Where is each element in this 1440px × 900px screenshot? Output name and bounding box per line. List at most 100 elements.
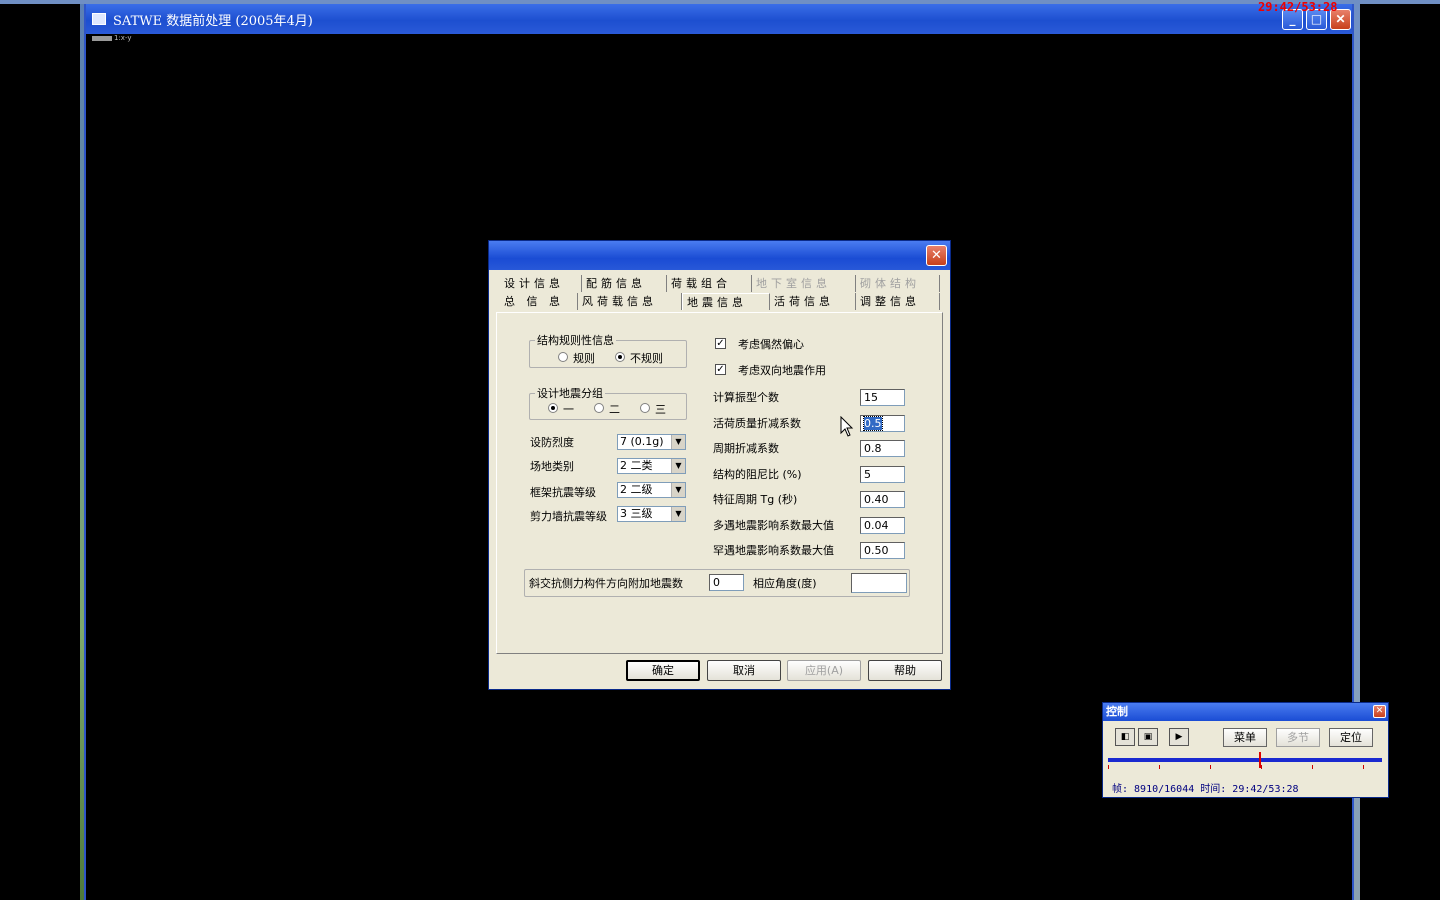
ok-button[interactable]: 确定	[626, 660, 700, 681]
radio-irregular[interactable]	[615, 352, 625, 362]
period-reduction-value: 0.8	[864, 442, 882, 455]
radio-group-3[interactable]	[640, 403, 650, 413]
seismic-group-title: 设计地震分组	[535, 385, 605, 401]
tab-reinforcement-info[interactable]: 配筋信息	[582, 275, 667, 292]
dialog-title-bar[interactable]: ✕	[489, 241, 950, 270]
oblique-seismic-count-label: 斜交抗侧力构件方向附加地震数	[529, 577, 683, 590]
live-load-mass-factor-input[interactable]: 0.5	[860, 415, 905, 432]
tab-load-combination[interactable]: 荷载组合	[667, 275, 752, 292]
oblique-seismic-count-value: 0	[713, 576, 720, 589]
chevron-down-icon[interactable]: ▼	[671, 435, 685, 449]
progress-tick	[1108, 765, 1109, 769]
chevron-down-icon[interactable]: ▼	[671, 507, 685, 521]
oblique-angle-input[interactable]	[851, 573, 907, 593]
radio-group-2-label: 二	[609, 403, 620, 416]
scale-text: 1:x-y	[114, 34, 132, 42]
frame-seismic-grade-select[interactable]: 2 二级 ▼	[617, 482, 686, 498]
frequent-seismic-max-label: 多遇地震影响系数最大值	[713, 519, 834, 532]
scale-bar	[92, 35, 112, 41]
dialog-close-button[interactable]: ✕	[926, 245, 947, 266]
prev-frame-icon[interactable]: ◧	[1115, 728, 1135, 746]
oblique-seismic-count-input[interactable]: 0	[709, 574, 744, 591]
damping-ratio-input[interactable]: 5	[860, 466, 905, 483]
radio-group-3-label: 三	[655, 403, 666, 416]
app-window-icon	[92, 13, 106, 25]
live-load-mass-factor-label: 活荷质量折减系数	[713, 417, 801, 430]
oblique-angle-label: 相应角度(度)	[753, 577, 817, 590]
frame-seismic-grade-value: 2 二级	[620, 483, 653, 496]
characteristic-period-label: 特征周期 Tg (秒)	[713, 493, 798, 506]
stop-icon[interactable]: ▣	[1138, 728, 1158, 746]
playback-progress-thumb[interactable]	[1259, 752, 1262, 768]
progress-tick	[1363, 765, 1364, 769]
frequent-seismic-max-value: 0.04	[864, 519, 889, 532]
bidirectional-seismic-checkbox[interactable]: ✓	[715, 364, 726, 375]
fortification-intensity-label: 设防烈度	[530, 436, 574, 449]
locate-button[interactable]: 定位	[1329, 728, 1373, 747]
tab-general-info[interactable]: 总 信 息	[500, 293, 578, 310]
tabs-row-2: 总 信 息 风荷载信息 地震信息 活荷信息 调整信息	[500, 293, 940, 310]
shear-wall-seismic-grade-select[interactable]: 3 三级 ▼	[617, 506, 686, 522]
mouse-cursor-icon	[840, 416, 854, 437]
radio-regular-label: 规则	[573, 352, 595, 365]
control-title: 控制	[1106, 705, 1128, 718]
radio-group-2[interactable]	[594, 403, 604, 413]
multi-section-button[interactable]: 多节	[1276, 728, 1320, 747]
site-category-select[interactable]: 2 二类 ▼	[617, 458, 686, 474]
tabs-row-1: 设计信息 配筋信息 荷载组合 地下室信息 砌体结构	[500, 275, 940, 292]
damping-ratio-value: 5	[864, 468, 871, 481]
rare-seismic-max-value: 0.50	[864, 544, 889, 557]
shear-wall-seismic-grade-label: 剪力墙抗震等级	[530, 510, 607, 523]
playback-progress-track[interactable]	[1108, 758, 1382, 762]
mode-count-value: 15	[864, 391, 878, 404]
mode-count-label: 计算振型个数	[713, 391, 779, 404]
tab-seismic-info[interactable]: 地震信息	[682, 293, 770, 310]
next-frame-icon[interactable]: ▶	[1169, 728, 1189, 746]
accidental-eccentricity-checkbox[interactable]: ✓	[715, 338, 726, 349]
tab-masonry-structure[interactable]: 砌体结构	[856, 275, 940, 292]
chevron-down-icon[interactable]: ▼	[671, 459, 685, 473]
control-close-button[interactable]: ✕	[1373, 705, 1386, 718]
period-reduction-input[interactable]: 0.8	[860, 440, 905, 457]
shear-wall-seismic-grade-value: 3 三级	[620, 507, 653, 520]
progress-tick	[1312, 765, 1313, 769]
regularity-group-title: 结构规则性信息	[535, 332, 616, 348]
progress-tick	[1210, 765, 1211, 769]
site-category-value: 2 二类	[620, 459, 653, 472]
menu-button[interactable]: 菜单	[1223, 728, 1267, 747]
rare-seismic-max-label: 罕遇地震影响系数最大值	[713, 544, 834, 557]
accidental-eccentricity-label: 考虑偶然偏心	[738, 338, 804, 351]
progress-tick	[1261, 765, 1262, 769]
characteristic-period-value: 0.40	[864, 493, 889, 506]
rare-seismic-max-input[interactable]: 0.50	[860, 542, 905, 559]
tab-adjustment-info[interactable]: 调整信息	[856, 293, 940, 310]
tab-live-load-info[interactable]: 活荷信息	[770, 293, 856, 310]
playback-control-panel: 控制 ✕ ◧ ▣ ▶ 菜单 多节 定位 帧: 8910/16044 时间: 29…	[1102, 702, 1389, 798]
mode-count-input[interactable]: 15	[860, 389, 905, 406]
tab-basement-info[interactable]: 地下室信息	[752, 275, 856, 292]
radio-regular[interactable]	[558, 352, 568, 362]
desktop: SATWE 数据前处理 (2005年4月) _ □ ✕ 1:x-y 29:42/…	[0, 0, 1440, 900]
progress-tick	[1159, 765, 1160, 769]
main-window-title: SATWE 数据前处理 (2005年4月)	[113, 13, 313, 29]
damping-ratio-label: 结构的阻尼比 (%)	[713, 468, 802, 481]
tab-wind-load-info[interactable]: 风荷载信息	[578, 293, 682, 310]
apply-button[interactable]: 应用(A)	[787, 660, 861, 681]
chevron-down-icon[interactable]: ▼	[671, 483, 685, 497]
frequent-seismic-max-input[interactable]: 0.04	[860, 517, 905, 534]
radio-irregular-label: 不规则	[630, 352, 663, 365]
control-title-bar[interactable]: 控制 ✕	[1103, 703, 1388, 721]
main-title-bar[interactable]: SATWE 数据前处理 (2005年4月) _ □ ✕	[86, 4, 1352, 34]
cancel-button[interactable]: 取消	[707, 660, 781, 681]
fortification-intensity-select[interactable]: 7 (0.1g) ▼	[617, 434, 686, 450]
radio-group-1-label: 一	[563, 403, 574, 416]
site-category-label: 场地类别	[530, 460, 574, 473]
period-reduction-label: 周期折减系数	[713, 442, 779, 455]
characteristic-period-input[interactable]: 0.40	[860, 491, 905, 508]
scale-indicator: 1:x-y	[92, 34, 132, 42]
tab-design-info[interactable]: 设计信息	[500, 275, 582, 292]
radio-group-1[interactable]	[548, 403, 558, 413]
fortification-intensity-value: 7 (0.1g)	[620, 435, 664, 448]
playback-status: 帧: 8910/16044 时间: 29:42/53:28	[1112, 784, 1299, 795]
help-button[interactable]: 帮助	[868, 660, 942, 681]
